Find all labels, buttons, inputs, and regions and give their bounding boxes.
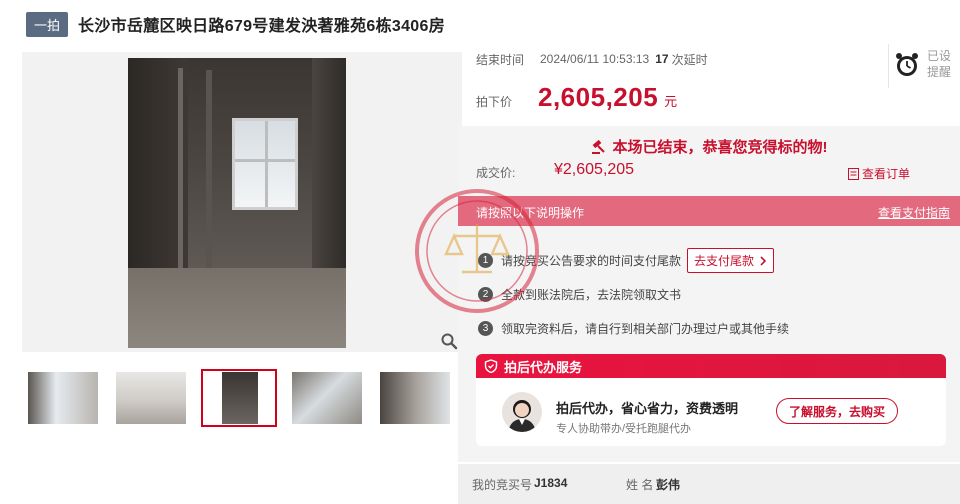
thumbnail-strip	[28, 369, 468, 427]
view-order-label: 查看订单	[862, 167, 911, 181]
step-number: 2	[478, 287, 493, 302]
main-photo[interactable]	[128, 58, 346, 348]
pay-balance-button[interactable]: 去支付尾款	[687, 248, 775, 273]
photo-pipe	[206, 70, 212, 270]
extension-count: 17	[655, 52, 669, 66]
reminder-line2: 提醒	[927, 65, 952, 79]
guide-bar: 请按照以下说明操作 查看支付指南	[458, 196, 960, 226]
service-header: 拍后代办服务	[476, 354, 946, 378]
deal-price-label: 成交价:	[476, 166, 516, 180]
bidder-number-label: 我的竞买号	[472, 478, 533, 492]
result-panel: 本场已结束，恭喜您竞得标的物! 成交价: ¥2,605,205 查看订单 请按照…	[458, 126, 960, 462]
step-number: 3	[478, 321, 493, 336]
photo-floor	[128, 268, 346, 348]
price-unit: 元	[664, 94, 678, 109]
shield-icon	[484, 359, 498, 373]
alarm-clock-icon	[896, 53, 918, 76]
bidder-info-bar: 我的竞买号 J1834 姓 名 彭伟	[458, 464, 960, 504]
magnifier-icon[interactable]	[440, 332, 458, 350]
photo-pipe	[178, 68, 183, 288]
bidder-name: 彭伟	[656, 478, 681, 492]
thumbnail[interactable]	[28, 372, 98, 424]
chevron-right-icon	[760, 256, 767, 266]
service-subtitle: 专人协助带办/受托跑腿代办	[556, 423, 692, 435]
step-number: 1	[478, 253, 493, 268]
thumbnail-image	[222, 372, 258, 424]
reminder-line1: 已设	[927, 49, 952, 63]
auction-info: 结束时间 2024/06/11 10:53:13 17 次延时 拍下价 2,60…	[476, 48, 708, 113]
guide-instruction: 请按照以下说明操作	[476, 206, 585, 220]
price-label: 拍下价	[476, 95, 513, 109]
page-title: 长沙市岳麓区映日路679号建发泱著雅苑6栋3406房	[78, 18, 446, 35]
view-order-link[interactable]: 查看订单	[848, 165, 910, 182]
thumbnail[interactable]	[292, 372, 362, 424]
pay-balance-label: 去支付尾款	[694, 254, 755, 268]
auction-ended-banner: 本场已结束，恭喜您竞得标的物!	[458, 136, 960, 157]
post-auction-service-card: 拍后代办服务 拍后代办，省心省力，资费透明 专人协助带办/受托跑腿代办 了解服务…	[476, 354, 946, 446]
bidder-number: J1834	[534, 476, 568, 490]
service-title: 拍后代办，省心省力，资费透明	[556, 401, 739, 416]
thumbnail[interactable]	[116, 372, 186, 424]
thumbnail-active[interactable]	[201, 369, 277, 427]
agent-avatar-icon	[508, 400, 536, 432]
photo-window	[232, 118, 298, 210]
extension-suffix: 次延时	[671, 52, 708, 67]
step-1: 1 请按竞买公告要求的时间支付尾款 去支付尾款	[478, 248, 775, 273]
thumbnail[interactable]	[380, 372, 450, 424]
deal-price-value: ¥2,605,205	[554, 161, 635, 178]
step-3: 3 领取完资料后，请自行到相关部门办理过户或其他手续	[478, 320, 789, 337]
ended-text: 本场已结束，恭喜您竞得标的物!	[612, 139, 828, 156]
order-icon	[848, 168, 859, 180]
reminder-button[interactable]: 已设 提醒	[888, 44, 952, 88]
auction-round-tag: 一拍	[26, 11, 69, 37]
title-row: 一拍 长沙市岳麓区映日路679号建发泱著雅苑6栋3406房	[26, 11, 446, 37]
step-text: 领取完资料后，请自行到相关部门办理过户或其他手续	[501, 322, 790, 336]
avatar	[502, 392, 542, 432]
end-time-label: 结束时间	[476, 52, 525, 67]
service-header-label: 拍后代办服务	[504, 359, 583, 375]
main-photo-frame	[22, 52, 462, 352]
bidder-name-label: 姓 名	[626, 478, 654, 492]
payment-guide-link[interactable]: 查看支付指南	[878, 204, 950, 221]
end-time-value: 2024/06/11 10:53:13	[540, 52, 650, 66]
step-2: 2 全款到账法院后，去法院领取文书	[478, 286, 681, 303]
step-text: 全款到账法院后，去法院领取文书	[501, 288, 682, 302]
buy-service-button[interactable]: 了解服务，去购买	[776, 398, 899, 424]
gavel-icon	[591, 139, 605, 154]
final-price: 2,605,205	[538, 82, 659, 112]
step-text: 请按竞买公告要求的时间支付尾款	[501, 254, 682, 268]
